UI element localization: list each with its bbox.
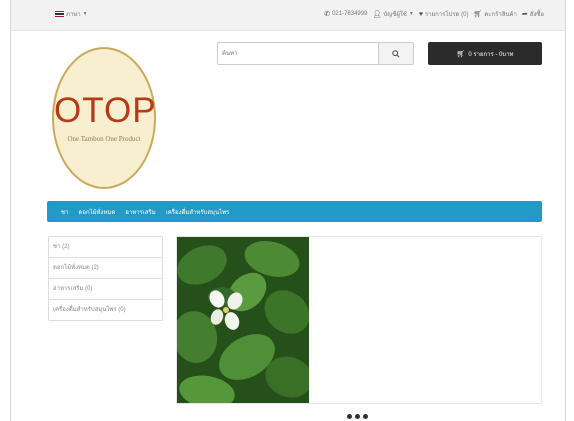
herb-photo[interactable] [177,237,309,403]
category-item-flowers[interactable]: ดอกไม้ทั่งหมด (2) [49,258,162,279]
category-item-herbal-drinks[interactable]: เครื่องดื่มสำหรับสมุนไพร (0) [49,300,162,320]
phone-icon: ✆ [324,11,331,18]
carousel-dot[interactable] [347,414,352,419]
carousel-indicators [347,414,368,419]
search-input[interactable] [218,43,378,64]
cart-icon: 🛒︎ [456,50,466,58]
caret-down-icon: ▼ [82,11,88,17]
main-nav: ชา ดอกไม้ทั่งหมด อาหารเสริม เครื่องดื่มส… [47,201,542,222]
nav-item-flowers[interactable]: ดอกไม้ทั่งหมด [78,207,115,217]
category-list: ชา (2) ดอกไม้ทั่งหมด (2) อาหารเสริม (0) … [48,236,163,321]
wishlist-label: รายการโปรด (0) [424,12,469,18]
search-button[interactable] [378,43,413,64]
account-link[interactable]: 👤︎ บัญชีผู้ใช้ ▼ [372,9,413,19]
carousel-dot[interactable] [363,414,368,419]
top-links: ✆ 021-7634999 👤︎ บัญชีผู้ใช้ ▼ ♥ รายการโ… [324,9,544,19]
search-box [217,42,414,65]
search-icon [392,49,400,58]
banner-panel [176,236,542,404]
otop-logo[interactable]: OTOP One Tambon One Product [52,47,156,189]
heart-icon: ♥ [418,10,423,18]
nav-item-supplements[interactable]: อาหารเสริม [125,207,155,217]
caret-down-icon: ▼ [408,11,414,17]
carousel-dot[interactable] [355,414,360,419]
share-icon: ➦ [521,11,528,18]
cart-link-label: ตะกร้าสินค้า [484,12,517,18]
checkout-link[interactable]: ➦ สั่งซื้อ [522,9,544,19]
phone-number: 021-7634999 [332,11,368,17]
cart-button[interactable]: 🛒︎ 0 รายการ - 0บาท [428,42,542,65]
language-label: ภาษา [66,12,81,18]
nav-item-tea[interactable]: ชา [61,207,68,217]
thai-flag-icon [55,11,64,17]
cart-icon: 🛒︎ [473,11,483,18]
account-label: บัญชีผู้ใช้ [383,12,407,18]
language-selector[interactable]: ภาษา ▼ [55,9,88,19]
top-bar: ภาษา ▼ ✆ 021-7634999 👤︎ บัญชีผู้ใช้ ▼ ♥ … [11,0,565,31]
cart-link[interactable]: 🛒︎ ตะกร้าสินค้า [473,9,516,19]
page-frame: ภาษา ▼ ✆ 021-7634999 👤︎ บัญชีผู้ใช้ ▼ ♥ … [10,0,566,421]
phone-link[interactable]: ✆ 021-7634999 [324,10,367,18]
category-item-tea[interactable]: ชา (2) [49,237,162,258]
nav-item-herbal-drinks[interactable]: เครื่องดื่มสำหรับสมุนไพร [166,207,230,217]
cart-summary: 0 รายการ - 0บาท [468,51,514,58]
checkout-label: สั่งซื้อ [529,12,544,18]
user-icon: 👤︎ [372,11,382,18]
wishlist-link[interactable]: ♥ รายการโปรด (0) [419,9,469,19]
category-item-supplements[interactable]: อาหารเสริม (0) [49,279,162,300]
logo-subtitle: One Tambon One Product [67,135,141,143]
logo-title: OTOP [54,91,157,130]
